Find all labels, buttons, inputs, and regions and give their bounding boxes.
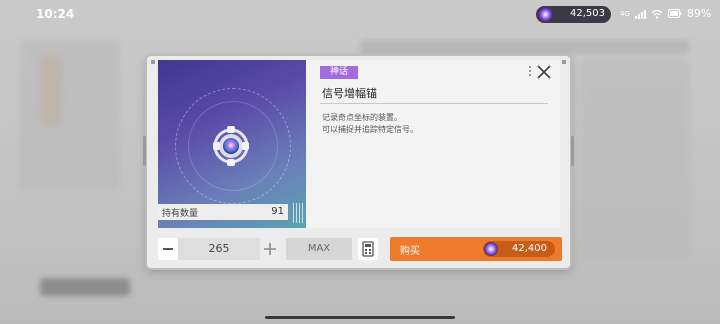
corner-mark — [151, 60, 155, 64]
crystal-gem-icon — [484, 242, 498, 256]
battery-icon — [667, 9, 682, 18]
crystal-gem-icon — [538, 7, 553, 22]
max-quantity-button[interactable]: MAX — [286, 238, 352, 260]
network-type: 4G — [620, 9, 630, 18]
price-amount: 42,400 — [512, 243, 547, 254]
increase-quantity-button[interactable] — [260, 238, 280, 260]
wifi-icon — [651, 9, 663, 19]
calculator-button[interactable] — [358, 238, 378, 260]
price-display: 42,400 — [483, 241, 555, 257]
max-label: MAX — [307, 243, 331, 254]
home-indicator[interactable] — [265, 316, 455, 319]
item-description: 记录奇点坐标的装置。 可以捕捉并追踪特定信号。 — [322, 112, 418, 136]
system-icons: 4G 89% — [620, 7, 711, 20]
signal-icon — [634, 9, 646, 19]
buy-button[interactable]: 购买 42,400 — [390, 237, 562, 261]
calculator-icon — [362, 241, 374, 257]
buy-label: 购买 — [400, 246, 420, 257]
quantity-input[interactable]: 265 — [178, 238, 260, 260]
decrease-quantity-button[interactable] — [158, 238, 178, 260]
battery-percent: 89% — [686, 7, 712, 20]
status-bar: 10:24 42,503 4G 89% — [0, 0, 720, 28]
card-barcode-decoration — [293, 203, 303, 223]
description-line: 可以捕捉并追踪特定信号。 — [322, 125, 418, 134]
owned-quantity-bar: 持有数量 91 — [158, 204, 288, 220]
close-icon[interactable] — [536, 64, 552, 80]
description-line: 记录奇点坐标的装置。 — [322, 113, 402, 122]
clock: 10:24 — [36, 7, 75, 21]
item-purchase-dialog: 持有数量 91 神话 信号增幅锚 记录奇点坐标的装置。 可以捕捉并追踪特定信号。… — [143, 56, 574, 268]
dialog-edge-right — [571, 136, 574, 166]
item-image-card: 持有数量 91 — [158, 60, 306, 228]
dialog-edge-left — [143, 136, 146, 166]
owned-value: 91 — [271, 206, 284, 217]
owned-label: 持有数量 — [162, 209, 199, 219]
rarity-badge: 神话 — [320, 66, 359, 79]
item-name: 信号增幅锚 — [322, 87, 377, 100]
signal-anchor-icon — [213, 126, 249, 166]
item-info-panel: 神话 信号增幅锚 记录奇点坐标的装置。 可以捕捉并追踪特定信号。 — [306, 60, 560, 228]
currency-amount: 42,503 — [570, 8, 605, 19]
currency-display[interactable]: 42,503 — [536, 6, 611, 23]
minus-icon — [163, 248, 173, 250]
drag-dots — [529, 66, 531, 76]
quantity-value: 265 — [208, 242, 230, 255]
divider — [320, 103, 548, 104]
corner-mark — [562, 60, 566, 64]
